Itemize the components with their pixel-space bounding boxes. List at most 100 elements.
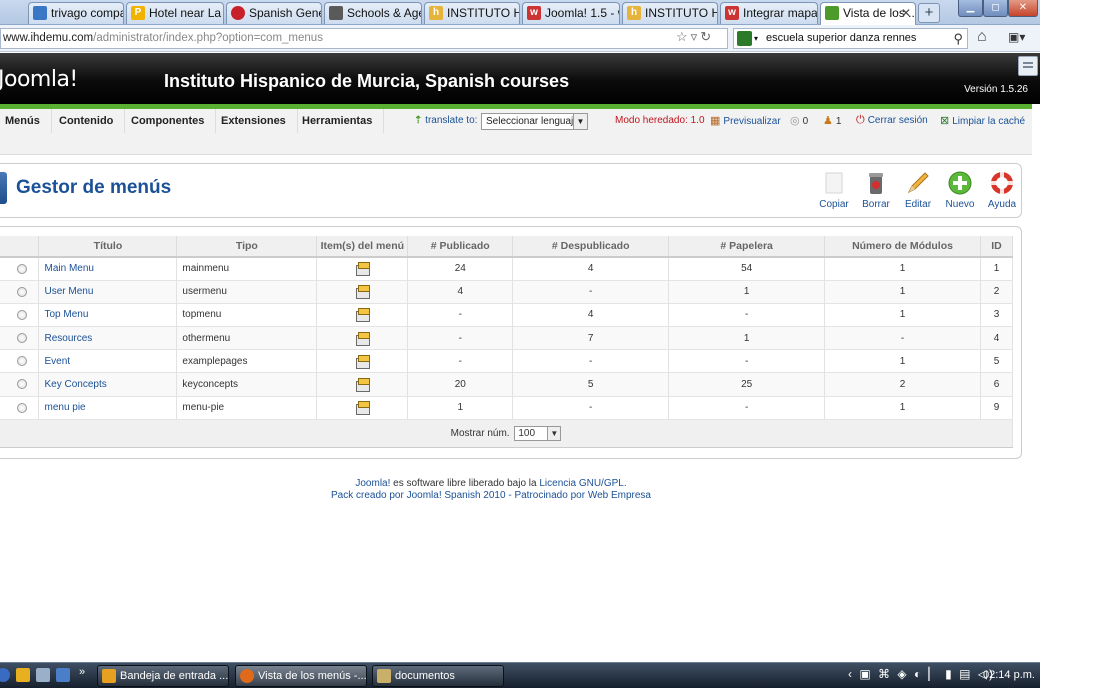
menu-items-icon[interactable] (355, 331, 370, 346)
taskbar-clock[interactable]: 02:14 p.m. (983, 669, 1035, 681)
menu-componentes[interactable]: Componentes (120, 109, 217, 133)
power-icon[interactable]: ▮ (945, 667, 954, 681)
menu-items-icon[interactable] (355, 285, 370, 300)
limit-value: 100 (518, 427, 536, 439)
table-row: Main Menu mainmenu 24 4 54 1 1 (0, 257, 1014, 281)
preview-link[interactable]: ▦ Previsualizar (710, 114, 781, 127)
show-desktop-icon[interactable] (56, 668, 70, 682)
search-input[interactable]: ▾ escuela superior danza rennes ⚲ (733, 28, 968, 49)
row-radio[interactable] (17, 402, 27, 413)
menu-title-link[interactable]: User Menu (44, 286, 93, 297)
browser-tab[interactable]: Schools & Age... (324, 2, 422, 24)
help-button[interactable]: Ayuda (982, 170, 1022, 210)
unpublished-cell: 5 (512, 372, 670, 397)
security-icon[interactable]: ◈ (897, 667, 908, 681)
browser-tab[interactable]: h INSTITUTO HI... (424, 2, 520, 24)
search-icon[interactable]: ⚲ (953, 29, 963, 48)
delete-button[interactable]: Borrar (856, 170, 896, 210)
start-orb-icon[interactable] (0, 668, 10, 682)
clear-cache-link[interactable]: ⊠ Limpiar la caché (940, 114, 1025, 127)
joomla-link[interactable]: Joomla! (355, 478, 390, 489)
menu-title-link[interactable]: Main Menu (44, 263, 93, 274)
title-cell: Key Concepts (38, 372, 178, 397)
star-bookmark-icon[interactable]: ☆ (676, 29, 691, 44)
tray-app-icon[interactable]: ▣ (859, 667, 872, 681)
footer-line-credits[interactable]: Pack creado por Joomla! Spanish 2010 - P… (0, 490, 982, 502)
network-icon[interactable]: ⌘ (878, 667, 892, 681)
browser-tab[interactable]: P Hotel near La ... (126, 2, 224, 24)
bookmarks-menu-icon[interactable]: ▣▾ (1008, 30, 1032, 46)
close-tab-icon[interactable]: ✕ (901, 3, 911, 23)
url-field[interactable]: www.ihdemu.com/administrator/index.php?o… (0, 28, 728, 49)
browser-tab[interactable]: trivago compa... (28, 2, 124, 24)
column-header-title[interactable]: Título (38, 236, 178, 258)
license-link[interactable]: Licencia GNU/GPL. (539, 478, 626, 489)
menu-items-icon[interactable] (355, 262, 370, 277)
row-radio[interactable] (17, 379, 27, 390)
menu-items-icon[interactable] (355, 401, 370, 416)
messages-status[interactable]: ◎ 0 (790, 114, 808, 127)
browser-tab[interactable]: h INSTITUTO HI... (622, 2, 718, 24)
menu-title-link[interactable]: menu pie (44, 402, 85, 413)
menu-items-icon[interactable] (355, 308, 370, 323)
translate-label: ⇡ translate to: (414, 115, 477, 126)
quicklaunch-app-icon[interactable] (16, 668, 30, 682)
menu-items-icon[interactable] (355, 378, 370, 393)
menu-items-icon[interactable] (355, 354, 370, 369)
taskbar-item-label: Vista de los menús -... (258, 670, 367, 682)
edit-button[interactable]: Editar (898, 170, 938, 210)
table-row: Resources othermenu -7 1-4 (0, 326, 1014, 351)
display-icon[interactable]: ▤ (959, 667, 972, 681)
taskbar-item-documents[interactable]: documentos (372, 665, 504, 687)
menu-herramientas[interactable]: Herramientas (291, 109, 385, 133)
limit-select[interactable]: 100 ▼ (514, 425, 562, 441)
admin-menubar: Menús Contenido Componentes Extensiones … (0, 109, 1032, 155)
browser-tab[interactable]: w Integrar mapas... (720, 2, 818, 24)
menu-title-link[interactable]: Resources (44, 333, 92, 344)
row-radio[interactable] (17, 263, 27, 274)
menu-manager-icon (0, 172, 7, 204)
edit-label: Editar (904, 199, 932, 210)
copy-button[interactable]: Copiar (814, 170, 854, 210)
sidebar-toggle-icon[interactable] (1018, 56, 1038, 76)
quicklaunch-app-icon[interactable] (36, 668, 50, 682)
menu-title-link[interactable]: Event (44, 356, 70, 367)
row-radio[interactable] (17, 286, 27, 297)
spanish-school-favicon-icon (231, 6, 245, 20)
search-text: escuela superior danza rennes (766, 32, 917, 44)
row-radio[interactable] (17, 356, 27, 367)
tray-expand-icon[interactable]: ‹ (848, 667, 854, 681)
row-radio[interactable] (17, 333, 27, 344)
quicklaunch-overflow-icon[interactable]: » (79, 666, 85, 678)
browser-tab[interactable]: Spanish Gener... (226, 2, 322, 24)
copy-label: Copiar (819, 199, 849, 210)
browser-tab-active[interactable]: Vista de los ... ✕ (820, 2, 916, 25)
menu-title-link[interactable]: Top Menu (44, 309, 88, 320)
users-status[interactable]: ♟ 1 (823, 114, 841, 127)
home-icon[interactable]: ⌂ (977, 28, 987, 46)
taskbar-item-mail[interactable]: Bandeja de entrada ... (97, 665, 229, 687)
row-radio[interactable] (17, 309, 27, 320)
joomla-favicon-icon (825, 6, 839, 20)
new-tab-button[interactable]: + (918, 3, 940, 23)
logout-link[interactable]: ⏻ Cerrar sesión (856, 114, 928, 127)
menu-title-link[interactable]: Key Concepts (44, 379, 106, 390)
history-dropdown-icon[interactable]: ▿ (691, 29, 701, 44)
engine-dropdown-icon[interactable]: ▾ (754, 29, 758, 48)
taskbar-item-firefox[interactable]: Vista de los menús -... (235, 665, 367, 687)
maximize-icon[interactable]: ◻ (983, 0, 1008, 17)
url-actions: ☆▿↻ (676, 29, 714, 45)
browser-tab[interactable]: w Joomla! 1.5 - w... (522, 2, 620, 24)
taskbar-item-label: Bandeja de entrada ... (120, 670, 229, 682)
google-icon[interactable] (737, 31, 752, 46)
url-host: www.ihdemu.com (3, 32, 94, 44)
menu-contenido[interactable]: Contenido (48, 109, 126, 133)
reload-icon[interactable]: ↻ (700, 29, 714, 44)
language-select[interactable]: Seleccionar lenguaje ▼ (481, 113, 588, 130)
menu-extensiones[interactable]: Extensiones (210, 109, 298, 133)
menu-menus[interactable]: Menús (0, 109, 52, 133)
new-button[interactable]: Nuevo (940, 170, 980, 210)
minimize-icon[interactable]: ▁ (958, 0, 983, 17)
update-icon[interactable]: ◐ (914, 667, 923, 681)
close-window-icon[interactable]: ✕ (1008, 0, 1038, 17)
